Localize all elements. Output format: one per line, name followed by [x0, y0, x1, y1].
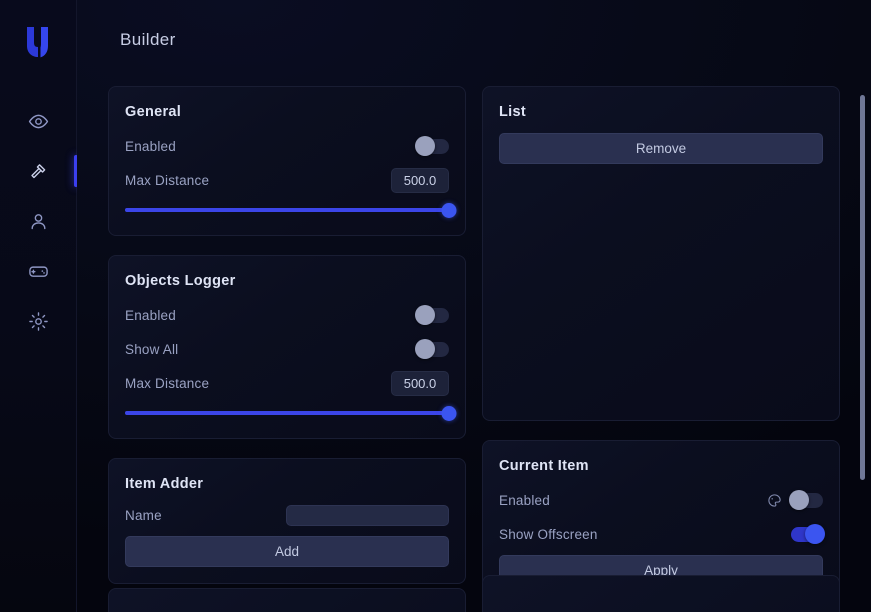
- toggle-current-enabled[interactable]: [791, 493, 823, 508]
- toggle-current-show-offscreen[interactable]: [791, 527, 823, 542]
- label-logger-show-all: Show All: [125, 342, 178, 357]
- toggle-knob: [415, 136, 435, 156]
- toggle-logger-show-all[interactable]: [417, 342, 449, 357]
- panel-item-adder: Item Adder Name Add: [108, 458, 466, 584]
- row-logger-enabled: Enabled: [125, 302, 449, 328]
- row-general-enabled: Enabled: [125, 133, 449, 159]
- row-current-enabled: Enabled: [499, 487, 823, 513]
- panel-title-objects-logger: Objects Logger: [125, 273, 449, 289]
- label-logger-max-distance: Max Distance: [125, 376, 209, 391]
- person-icon: [28, 211, 49, 232]
- panel-title-current-item: Current Item: [499, 458, 823, 474]
- row-logger-max-distance: Max Distance 500.0: [125, 370, 449, 396]
- value-logger-max-distance[interactable]: 500.0: [391, 371, 449, 396]
- page-title: Builder: [120, 30, 176, 50]
- slider-thumb[interactable]: [442, 203, 457, 218]
- label-logger-enabled: Enabled: [125, 308, 176, 323]
- app-window: Builder General Enabled: [0, 0, 871, 612]
- label-item-name: Name: [125, 508, 162, 523]
- panel-objects-logger: Objects Logger Enabled Show All: [108, 255, 466, 439]
- control-current-enabled: [767, 493, 823, 508]
- slider-fill: [125, 208, 449, 212]
- panel-grid: General Enabled Max Distance 500.0: [108, 86, 849, 612]
- u-logo: [18, 22, 58, 62]
- slider-fill: [125, 411, 449, 415]
- label-general-enabled: Enabled: [125, 139, 176, 154]
- gamepad-icon: [28, 261, 49, 282]
- sidebar-nav: [0, 96, 76, 346]
- sidebar: [0, 0, 77, 612]
- sidebar-item-game[interactable]: [0, 246, 77, 296]
- row-item-name: Name: [125, 505, 449, 526]
- sidebar-item-visibility[interactable]: [0, 96, 77, 146]
- toggle-general-enabled[interactable]: [417, 139, 449, 154]
- partial-panel-right: [482, 575, 840, 612]
- label-current-show-offscreen: Show Offscreen: [499, 527, 598, 542]
- toggle-logger-enabled[interactable]: [417, 308, 449, 323]
- eye-icon: [28, 111, 49, 132]
- value-general-max-distance[interactable]: 500.0: [391, 168, 449, 193]
- slider-general-max-distance[interactable]: [125, 201, 449, 219]
- sidebar-item-player[interactable]: [0, 196, 77, 246]
- slider-logger-max-distance[interactable]: [125, 404, 449, 422]
- list-empty-area: [499, 164, 823, 404]
- toggle-knob: [415, 305, 435, 325]
- row-current-show-offscreen: Show Offscreen: [499, 521, 823, 547]
- palette-icon: [767, 493, 782, 508]
- panel-title-item-adder: Item Adder: [125, 476, 449, 492]
- main-content: Builder General Enabled: [77, 0, 871, 612]
- panel-list: List Remove: [482, 86, 840, 421]
- label-general-max-distance: Max Distance: [125, 173, 209, 188]
- control-general-enabled: [417, 139, 449, 154]
- row-general-max-distance: Max Distance 500.0: [125, 167, 449, 193]
- input-item-name[interactable]: [286, 505, 449, 526]
- panel-title-general: General: [125, 104, 449, 120]
- left-column: General Enabled Max Distance 500.0: [108, 86, 466, 612]
- toggle-knob: [415, 339, 435, 359]
- scrollbar-thumb[interactable]: [860, 95, 865, 480]
- gear-icon: [28, 311, 49, 332]
- add-button[interactable]: Add: [125, 536, 449, 567]
- remove-button[interactable]: Remove: [499, 133, 823, 164]
- row-logger-show-all: Show All: [125, 336, 449, 362]
- panel-title-list: List: [499, 104, 823, 120]
- label-current-enabled: Enabled: [499, 493, 550, 508]
- toggle-knob: [789, 490, 809, 510]
- slider-thumb[interactable]: [442, 406, 457, 421]
- right-column: List Remove Current Item Enabled: [482, 86, 840, 612]
- hammer-icon: [28, 161, 49, 182]
- sidebar-item-builder[interactable]: [0, 146, 77, 196]
- partial-panel-left: [108, 588, 466, 612]
- toggle-knob: [805, 524, 825, 544]
- panel-general: General Enabled Max Distance 500.0: [108, 86, 466, 236]
- sidebar-item-settings[interactable]: [0, 296, 77, 346]
